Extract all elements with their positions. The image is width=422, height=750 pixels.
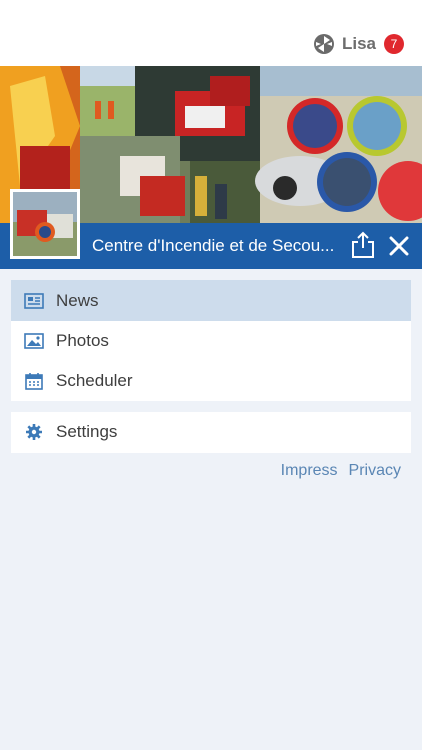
menu-item-label: News bbox=[56, 290, 99, 310]
gear-icon bbox=[24, 422, 44, 442]
organization-avatar bbox=[10, 189, 80, 259]
menu-item-label: Scheduler bbox=[56, 371, 133, 390]
newspaper-icon bbox=[24, 291, 44, 311]
menu-item-news[interactable]: News bbox=[11, 280, 411, 321]
menu-item-settings[interactable]: Settings bbox=[11, 412, 411, 452]
user-name: Lisa bbox=[341, 34, 376, 53]
top-bar: Lisa 7 bbox=[0, 0, 422, 66]
menu-item-scheduler[interactable]: Scheduler bbox=[11, 361, 411, 401]
footer-links: Impress Privacy bbox=[281, 462, 401, 480]
close-icon[interactable] bbox=[387, 234, 411, 258]
user-menu[interactable]: Lisa 7 bbox=[313, 32, 404, 56]
image-icon bbox=[24, 331, 44, 351]
privacy-link[interactable]: Privacy bbox=[349, 462, 401, 480]
hexagon-logo-icon bbox=[313, 34, 334, 54]
settings-menu: Settings bbox=[11, 412, 411, 453]
notification-badge[interactable]: 7 bbox=[384, 34, 404, 54]
organization-title-bar: Centre d'Incendie et de Secou... bbox=[0, 189, 422, 269]
menu-item-label: Settings bbox=[56, 422, 118, 441]
menu-item-label: Photos bbox=[56, 331, 109, 350]
calendar-icon bbox=[24, 371, 44, 391]
menu-item-photos[interactable]: Photos bbox=[11, 321, 411, 361]
impress-link[interactable]: Impress bbox=[281, 462, 338, 480]
organization-title: Centre d'Incendie et de Secou... bbox=[92, 236, 335, 255]
main-menu: News Photos Scheduler bbox=[11, 280, 411, 401]
share-icon[interactable] bbox=[350, 231, 376, 259]
